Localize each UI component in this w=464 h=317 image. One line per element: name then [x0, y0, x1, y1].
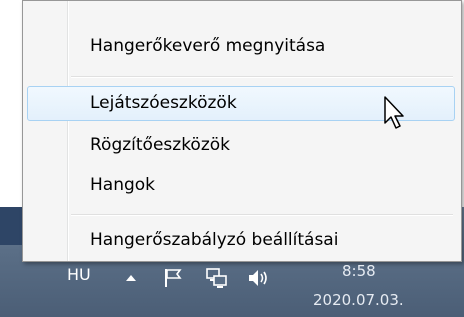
clock-time[interactable]: 8:58 [342, 262, 376, 280]
system-tray: HU 8:58 2020.07.03. [0, 262, 464, 317]
menu-item-sounds[interactable]: Hangok [27, 168, 455, 203]
menu-item-label: Rögzítőeszközök [90, 135, 231, 155]
menu-separator [71, 214, 453, 216]
taskbar-edge [0, 207, 22, 245]
action-center-flag-icon[interactable] [162, 267, 184, 293]
menu-item-label: Hangerőkeverő megnyitása [90, 36, 326, 56]
menu-item-volume-control-options[interactable]: Hangerőszabályzó beállításai [27, 223, 455, 258]
mouse-pointer-icon [383, 95, 405, 135]
show-hidden-icons-icon[interactable] [124, 270, 138, 289]
speaker-icon[interactable] [247, 267, 273, 293]
menu-item-label: Hangok [90, 175, 156, 195]
menu-separator [71, 76, 453, 78]
language-indicator[interactable]: HU [67, 265, 91, 284]
network-icon[interactable] [205, 267, 229, 293]
menu-item-label: Lejátszóeszközök [90, 93, 237, 113]
menu-item-label: Hangerőszabályzó beállításai [90, 230, 339, 250]
menu-item-open-volume-mixer[interactable]: Hangerőkeverő megnyitása [27, 29, 455, 64]
clock-date[interactable]: 2020.07.03. [313, 291, 404, 309]
